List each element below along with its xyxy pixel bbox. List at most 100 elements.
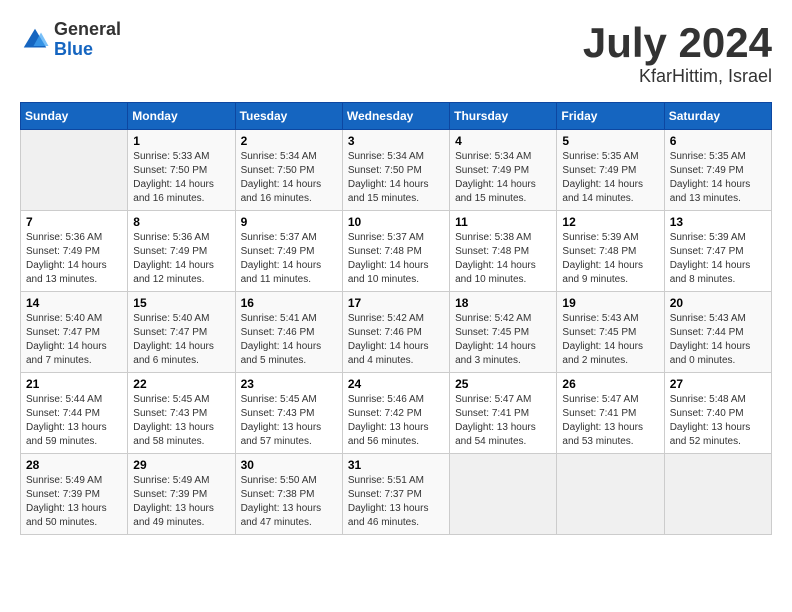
week-row-1: 7 Sunrise: 5:36 AM Sunset: 7:49 PM Daylig… xyxy=(21,211,772,292)
calendar-cell: 13 Sunrise: 5:39 AM Sunset: 7:47 PM Dayli… xyxy=(664,211,771,292)
day-number: 23 xyxy=(241,377,337,391)
day-number: 15 xyxy=(133,296,229,310)
day-info: Sunrise: 5:40 AM Sunset: 7:47 PM Dayligh… xyxy=(133,312,229,368)
day-number: 27 xyxy=(670,377,766,391)
day-info: Sunrise: 5:37 AM Sunset: 7:49 PM Dayligh… xyxy=(241,231,337,287)
calendar-cell: 30Sunrise: 5:50 AM Sunset: 7:38 PM Dayli… xyxy=(235,454,342,535)
day-info: Sunrise: 5:36 AM Sunset: 7:49 PM Dayligh… xyxy=(26,231,122,287)
calendar-cell: 12 Sunrise: 5:39 AM Sunset: 7:48 PM Dayli… xyxy=(557,211,664,292)
calendar-cell: 20Sunrise: 5:43 AM Sunset: 7:44 PM Dayli… xyxy=(664,292,771,373)
calendar-cell: 19 Sunrise: 5:43 AM Sunset: 7:45 PM Dayli… xyxy=(557,292,664,373)
calendar-cell: 8 Sunrise: 5:36 AM Sunset: 7:49 PM Daylig… xyxy=(128,211,235,292)
calendar-cell xyxy=(557,454,664,535)
day-info: Sunrise: 5:34 AM Sunset: 7:49 PM Dayligh… xyxy=(455,150,551,206)
day-info: Sunrise: 5:37 AM Sunset: 7:48 PM Dayligh… xyxy=(348,231,444,287)
logo-general: General xyxy=(54,20,121,40)
location-title: KfarHittim, Israel xyxy=(583,66,772,87)
day-number: 28 xyxy=(26,458,122,472)
calendar-cell xyxy=(450,454,557,535)
header-day-friday: Friday xyxy=(557,103,664,130)
calendar-cell: 15 Sunrise: 5:40 AM Sunset: 7:47 PM Dayli… xyxy=(128,292,235,373)
calendar-cell xyxy=(664,454,771,535)
title-block: July 2024 KfarHittim, Israel xyxy=(583,20,772,87)
calendar-cell: 17 Sunrise: 5:42 AM Sunset: 7:46 PM Dayli… xyxy=(342,292,449,373)
day-number: 21 xyxy=(26,377,122,391)
day-info: Sunrise: 5:39 AM Sunset: 7:48 PM Dayligh… xyxy=(562,231,658,287)
day-number: 4 xyxy=(455,134,551,148)
header-row: SundayMondayTuesdayWednesdayThursdayFrid… xyxy=(21,103,772,130)
day-info: Sunrise: 5:36 AM Sunset: 7:49 PM Dayligh… xyxy=(133,231,229,287)
day-number: 26 xyxy=(562,377,658,391)
day-info: Sunrise: 5:41 AM Sunset: 7:46 PM Dayligh… xyxy=(241,312,337,368)
calendar-cell: 10Sunrise: 5:37 AM Sunset: 7:48 PM Dayli… xyxy=(342,211,449,292)
calendar-cell: 22 Sunrise: 5:45 AM Sunset: 7:43 PM Dayli… xyxy=(128,373,235,454)
day-info: Sunrise: 5:47 AM Sunset: 7:41 PM Dayligh… xyxy=(562,393,658,449)
day-info: Sunrise: 5:45 AM Sunset: 7:43 PM Dayligh… xyxy=(241,393,337,449)
calendar-body: 1Sunrise: 5:33 AM Sunset: 7:50 PM Daylig… xyxy=(21,130,772,535)
calendar-table: SundayMondayTuesdayWednesdayThursdayFrid… xyxy=(20,102,772,535)
week-row-4: 28 Sunrise: 5:49 AM Sunset: 7:39 PM Dayli… xyxy=(21,454,772,535)
day-info: Sunrise: 5:48 AM Sunset: 7:40 PM Dayligh… xyxy=(670,393,766,449)
calendar-header: SundayMondayTuesdayWednesdayThursdayFrid… xyxy=(21,103,772,130)
header-day-tuesday: Tuesday xyxy=(235,103,342,130)
month-title: July 2024 xyxy=(583,20,772,66)
day-number: 8 xyxy=(133,215,229,229)
day-number: 29 xyxy=(133,458,229,472)
day-number: 11 xyxy=(455,215,551,229)
day-number: 17 xyxy=(348,296,444,310)
day-info: Sunrise: 5:44 AM Sunset: 7:44 PM Dayligh… xyxy=(26,393,122,449)
day-info: Sunrise: 5:51 AM Sunset: 7:37 PM Dayligh… xyxy=(348,474,444,530)
week-row-2: 14Sunrise: 5:40 AM Sunset: 7:47 PM Dayli… xyxy=(21,292,772,373)
day-info: Sunrise: 5:45 AM Sunset: 7:43 PM Dayligh… xyxy=(133,393,229,449)
day-number: 9 xyxy=(241,215,337,229)
day-info: Sunrise: 5:39 AM Sunset: 7:47 PM Dayligh… xyxy=(670,231,766,287)
calendar-cell: 27 Sunrise: 5:48 AM Sunset: 7:40 PM Dayli… xyxy=(664,373,771,454)
day-info: Sunrise: 5:43 AM Sunset: 7:45 PM Dayligh… xyxy=(562,312,658,368)
header-day-sunday: Sunday xyxy=(21,103,128,130)
header-day-saturday: Saturday xyxy=(664,103,771,130)
calendar-cell: 14Sunrise: 5:40 AM Sunset: 7:47 PM Dayli… xyxy=(21,292,128,373)
day-number: 3 xyxy=(348,134,444,148)
day-number: 19 xyxy=(562,296,658,310)
calendar-cell: 7 Sunrise: 5:36 AM Sunset: 7:49 PM Daylig… xyxy=(21,211,128,292)
calendar-cell: 11Sunrise: 5:38 AM Sunset: 7:48 PM Dayli… xyxy=(450,211,557,292)
header-day-wednesday: Wednesday xyxy=(342,103,449,130)
calendar-cell: 4 Sunrise: 5:34 AM Sunset: 7:49 PM Daylig… xyxy=(450,130,557,211)
day-number: 25 xyxy=(455,377,551,391)
logo-icon xyxy=(20,25,50,55)
day-number: 24 xyxy=(348,377,444,391)
calendar-cell: 26 Sunrise: 5:47 AM Sunset: 7:41 PM Dayli… xyxy=(557,373,664,454)
day-number: 12 xyxy=(562,215,658,229)
day-number: 22 xyxy=(133,377,229,391)
page-header: General Blue July 2024 KfarHittim, Israe… xyxy=(20,20,772,87)
calendar-cell: 16 Sunrise: 5:41 AM Sunset: 7:46 PM Dayli… xyxy=(235,292,342,373)
calendar-cell: 1Sunrise: 5:33 AM Sunset: 7:50 PM Daylig… xyxy=(128,130,235,211)
calendar-cell: 2Sunrise: 5:34 AM Sunset: 7:50 PM Daylig… xyxy=(235,130,342,211)
calendar-cell: 31 Sunrise: 5:51 AM Sunset: 7:37 PM Dayli… xyxy=(342,454,449,535)
calendar-cell: 9 Sunrise: 5:37 AM Sunset: 7:49 PM Daylig… xyxy=(235,211,342,292)
day-number: 31 xyxy=(348,458,444,472)
day-info: Sunrise: 5:34 AM Sunset: 7:50 PM Dayligh… xyxy=(348,150,444,206)
day-info: Sunrise: 5:42 AM Sunset: 7:46 PM Dayligh… xyxy=(348,312,444,368)
day-info: Sunrise: 5:35 AM Sunset: 7:49 PM Dayligh… xyxy=(562,150,658,206)
header-day-thursday: Thursday xyxy=(450,103,557,130)
header-day-monday: Monday xyxy=(128,103,235,130)
logo-text: General Blue xyxy=(54,20,121,60)
calendar-cell: 21 Sunrise: 5:44 AM Sunset: 7:44 PM Dayli… xyxy=(21,373,128,454)
day-info: Sunrise: 5:49 AM Sunset: 7:39 PM Dayligh… xyxy=(133,474,229,530)
day-info: Sunrise: 5:46 AM Sunset: 7:42 PM Dayligh… xyxy=(348,393,444,449)
day-info: Sunrise: 5:49 AM Sunset: 7:39 PM Dayligh… xyxy=(26,474,122,530)
day-info: Sunrise: 5:47 AM Sunset: 7:41 PM Dayligh… xyxy=(455,393,551,449)
day-info: Sunrise: 5:40 AM Sunset: 7:47 PM Dayligh… xyxy=(26,312,122,368)
day-info: Sunrise: 5:50 AM Sunset: 7:38 PM Dayligh… xyxy=(241,474,337,530)
calendar-cell: 5Sunrise: 5:35 AM Sunset: 7:49 PM Daylig… xyxy=(557,130,664,211)
calendar-cell: 24 Sunrise: 5:46 AM Sunset: 7:42 PM Dayli… xyxy=(342,373,449,454)
calendar-cell: 23 Sunrise: 5:45 AM Sunset: 7:43 PM Dayli… xyxy=(235,373,342,454)
logo-blue: Blue xyxy=(54,40,121,60)
day-number: 13 xyxy=(670,215,766,229)
day-info: Sunrise: 5:42 AM Sunset: 7:45 PM Dayligh… xyxy=(455,312,551,368)
day-info: Sunrise: 5:33 AM Sunset: 7:50 PM Dayligh… xyxy=(133,150,229,206)
day-number: 7 xyxy=(26,215,122,229)
day-number: 16 xyxy=(241,296,337,310)
week-row-3: 21 Sunrise: 5:44 AM Sunset: 7:44 PM Dayli… xyxy=(21,373,772,454)
